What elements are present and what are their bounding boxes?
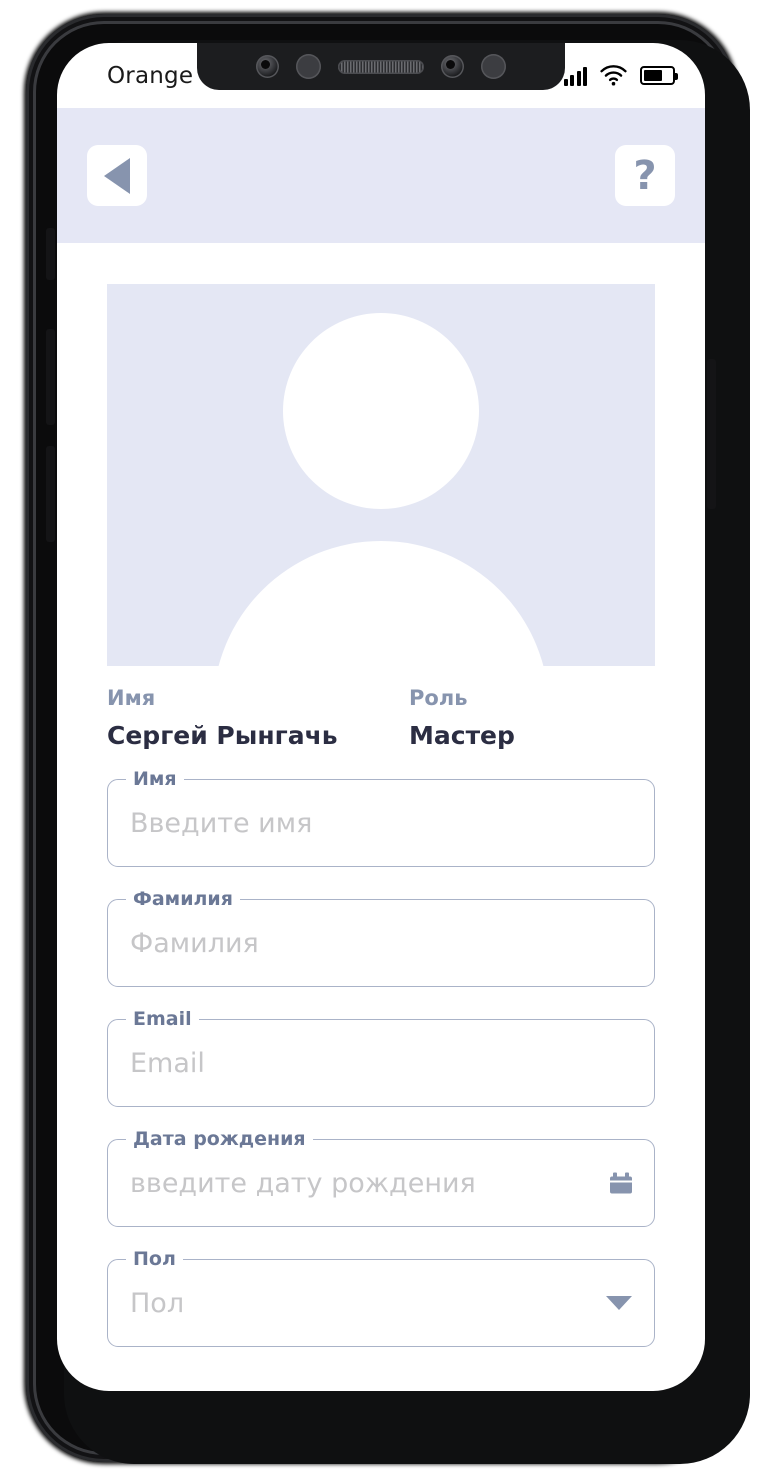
- email-label: Email: [126, 1007, 199, 1032]
- birth-date-placeholder: введите дату рождения: [130, 1167, 476, 1199]
- question-mark-icon: ?: [633, 152, 657, 199]
- gender-label: Пол: [126, 1247, 183, 1272]
- phone-notch: [197, 43, 565, 90]
- profile-name-label: Имя: [107, 686, 156, 710]
- first-name-label: Имя: [126, 767, 184, 792]
- last-name-placeholder: Фамилия: [130, 927, 259, 959]
- back-triangle-icon: [104, 157, 130, 194]
- gender-field[interactable]: Пол Пол: [107, 1247, 655, 1347]
- help-button[interactable]: ?: [615, 145, 675, 206]
- profile-role-label: Роль: [409, 686, 468, 710]
- wifi-icon: [600, 65, 627, 86]
- carrier-label: Orange: [107, 62, 194, 89]
- phone-power-button[interactable]: [707, 359, 716, 509]
- calendar-icon[interactable]: [610, 1172, 632, 1194]
- profile-form: Имя Введите имя Фамилия Фамилия Email Em…: [107, 767, 655, 1347]
- birth-date-label: Дата рождения: [126, 1127, 313, 1152]
- profile-role-column: Роль Мастер: [381, 683, 655, 757]
- secondary-camera-icon: [441, 55, 464, 78]
- avatar-head-shape: [283, 313, 479, 509]
- profile-content: Имя Сергей Рынгачь Роль Мастер Имя Введи…: [57, 284, 705, 1347]
- phone-volume-up-button[interactable]: [46, 329, 55, 425]
- phone-screen: Orange ? Имя Сергей Рынгачь Роль Мастер …: [57, 43, 705, 1391]
- last-name-label: Фамилия: [126, 887, 240, 912]
- back-button[interactable]: [87, 145, 147, 206]
- last-name-field[interactable]: Фамилия Фамилия: [107, 887, 655, 987]
- email-placeholder: Email: [130, 1047, 205, 1079]
- front-camera-icon: [256, 55, 279, 78]
- profile-name-value: Сергей Рынгачь: [107, 720, 338, 750]
- profile-role-value: Мастер: [409, 720, 515, 750]
- first-name-field[interactable]: Имя Введите имя: [107, 767, 655, 867]
- app-header-bar: ?: [57, 108, 705, 243]
- email-field[interactable]: Email Email: [107, 1007, 655, 1107]
- profile-name-column: Имя Сергей Рынгачь: [107, 683, 381, 757]
- signal-bars-icon: [563, 66, 587, 86]
- gender-placeholder: Пол: [130, 1287, 185, 1319]
- avatar[interactable]: [107, 284, 655, 666]
- phone-silent-switch[interactable]: [46, 228, 55, 280]
- battery-icon: [640, 66, 678, 85]
- first-name-placeholder: Введите имя: [130, 807, 313, 839]
- proximity-sensor-icon: [296, 54, 321, 79]
- phone-volume-down-button[interactable]: [46, 446, 55, 542]
- earpiece-speaker-icon: [338, 59, 424, 74]
- avatar-body-shape: [213, 541, 549, 666]
- profile-summary: Имя Сергей Рынгачь Роль Мастер: [107, 683, 655, 757]
- status-icons: [563, 65, 678, 86]
- ambient-light-sensor-icon: [481, 54, 506, 79]
- birth-date-field[interactable]: Дата рождения введите дату рождения: [107, 1127, 655, 1227]
- chevron-down-icon[interactable]: [606, 1296, 632, 1310]
